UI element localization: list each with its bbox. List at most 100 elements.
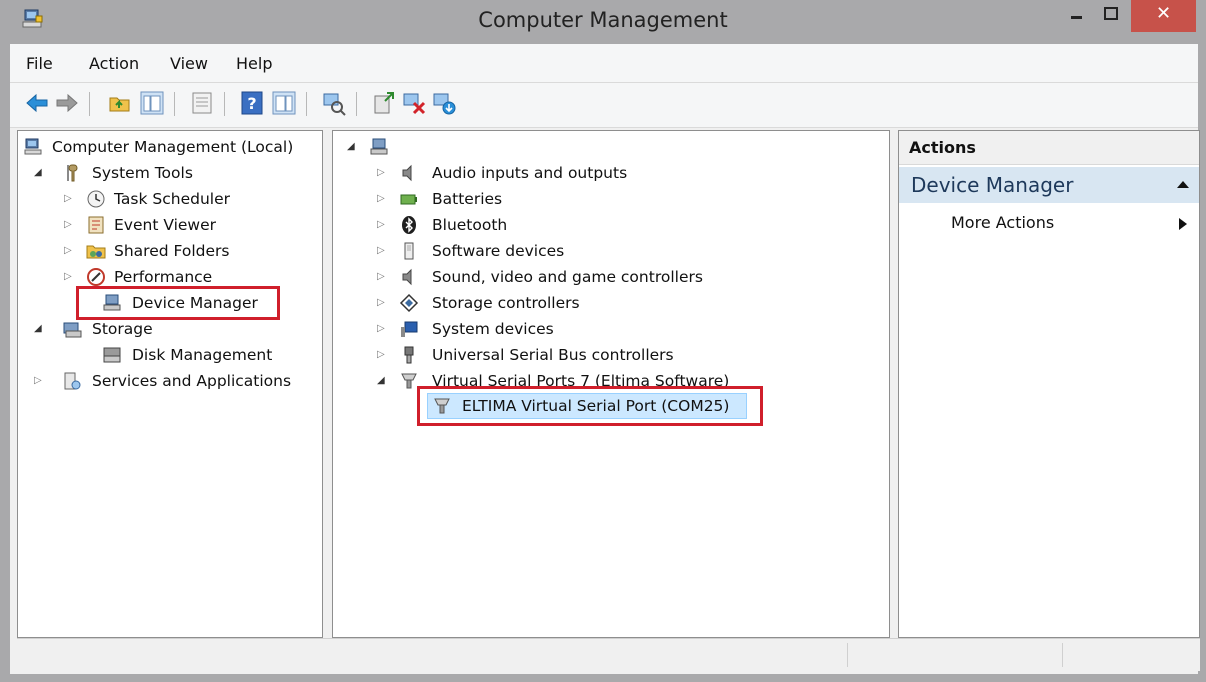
collapsed-arrow-icon[interactable]: ▷ bbox=[377, 265, 385, 289]
collapsed-arrow-icon[interactable]: ▷ bbox=[377, 187, 385, 211]
highlight-box bbox=[417, 386, 763, 426]
serial-port-icon bbox=[401, 373, 417, 389]
device-category-label: Batteries bbox=[432, 190, 503, 208]
tree-item-label: System Tools bbox=[92, 164, 193, 182]
device-category-label: System devices bbox=[432, 320, 554, 338]
collapsed-arrow-icon[interactable]: ▷ bbox=[377, 213, 385, 237]
back-arrow-icon[interactable] bbox=[24, 90, 50, 116]
collapsed-arrow-icon[interactable]: ▷ bbox=[377, 239, 385, 263]
tree-item-label: Disk Management bbox=[132, 346, 273, 364]
svg-text:?: ? bbox=[247, 94, 256, 113]
computer-management-window: Computer Management ✕ File Action View H… bbox=[0, 0, 1206, 682]
status-bar bbox=[17, 638, 1200, 671]
collapsed-arrow-icon[interactable]: ▷ bbox=[34, 369, 42, 393]
window-title: Computer Management bbox=[478, 8, 728, 32]
up-folder-icon[interactable] bbox=[107, 90, 133, 116]
toolbar-separator bbox=[356, 92, 357, 116]
sound-icon bbox=[402, 268, 412, 286]
enable-device-icon[interactable] bbox=[431, 90, 457, 116]
tree-item-label: Services and Applications bbox=[92, 372, 292, 390]
status-segment bbox=[1062, 643, 1063, 667]
maximize-icon bbox=[1104, 7, 1118, 20]
scan-hardware-icon[interactable] bbox=[321, 90, 347, 116]
expanded-arrow-icon[interactable]: ◢ bbox=[377, 369, 385, 393]
collapsed-arrow-icon[interactable]: ▷ bbox=[377, 317, 385, 341]
submenu-arrow-icon[interactable] bbox=[1179, 218, 1187, 230]
speaker-icon bbox=[402, 164, 412, 182]
device-category-label: Storage controllers bbox=[432, 294, 580, 312]
expanded-arrow-icon[interactable]: ◢ bbox=[34, 161, 42, 185]
actions-section-device-manager[interactable]: Device Manager bbox=[899, 167, 1199, 203]
toolbar: ? bbox=[10, 83, 1198, 128]
software-device-icon bbox=[404, 242, 414, 260]
toolbar-separator bbox=[174, 92, 175, 116]
device-category-label: Sound, video and game controllers bbox=[432, 268, 703, 286]
system-device-icon bbox=[401, 321, 418, 337]
tree-item-label: Shared Folders bbox=[114, 242, 230, 260]
close-button[interactable]: ✕ bbox=[1131, 0, 1196, 32]
show-hide-action-pane-icon[interactable] bbox=[271, 90, 297, 116]
maximize-button[interactable] bbox=[1094, 0, 1128, 30]
menu-bar: File Action View Help bbox=[10, 44, 1198, 83]
collapse-up-icon[interactable] bbox=[1177, 180, 1189, 190]
disk-management-icon bbox=[103, 347, 121, 363]
device-category-label: Software devices bbox=[432, 242, 565, 260]
collapsed-arrow-icon[interactable]: ▷ bbox=[377, 343, 385, 367]
event-viewer-icon bbox=[88, 216, 104, 234]
show-hide-console-tree-icon[interactable] bbox=[139, 90, 165, 116]
forward-arrow-icon[interactable] bbox=[54, 90, 80, 116]
console-tree: Computer Management (Local) ◢ System Too… bbox=[17, 130, 323, 638]
computer-icon bbox=[370, 138, 388, 155]
tree-item-label: Event Viewer bbox=[114, 216, 217, 234]
actions-header: Actions bbox=[899, 131, 1199, 165]
uninstall-device-icon[interactable] bbox=[401, 90, 427, 116]
computer-management-icon bbox=[24, 138, 42, 155]
collapsed-arrow-icon[interactable]: ▷ bbox=[377, 291, 385, 315]
minimize-icon bbox=[1071, 16, 1082, 19]
tree-root-label: Computer Management (Local) bbox=[52, 138, 294, 156]
more-actions-label: More Actions bbox=[951, 213, 1055, 232]
minimize-button[interactable] bbox=[1060, 0, 1092, 30]
device-category-label: Universal Serial Bus controllers bbox=[432, 346, 674, 364]
collapsed-arrow-icon[interactable]: ▷ bbox=[64, 187, 72, 211]
tree-item-label: Storage bbox=[92, 320, 153, 338]
actions-section-label: Device Manager bbox=[911, 173, 1074, 197]
battery-icon bbox=[400, 194, 417, 205]
usb-icon bbox=[404, 346, 414, 364]
close-icon: ✕ bbox=[1155, 3, 1172, 24]
menu-action[interactable]: Action bbox=[89, 54, 139, 73]
status-segment bbox=[847, 643, 848, 667]
more-actions[interactable]: More Actions bbox=[951, 213, 1054, 232]
expanded-arrow-icon[interactable]: ◢ bbox=[34, 317, 42, 341]
bluetooth-icon bbox=[402, 216, 416, 234]
highlight-box bbox=[76, 286, 280, 320]
device-category-label: Audio inputs and outputs bbox=[432, 164, 628, 182]
collapsed-arrow-icon[interactable]: ▷ bbox=[64, 213, 72, 237]
expanded-arrow-icon[interactable]: ◢ bbox=[347, 135, 355, 159]
toolbar-separator bbox=[89, 92, 90, 116]
services-icon bbox=[64, 372, 81, 390]
storage-icon bbox=[63, 322, 82, 338]
menu-file[interactable]: File bbox=[26, 54, 53, 73]
update-driver-icon[interactable] bbox=[371, 90, 397, 116]
help-icon[interactable]: ? bbox=[239, 90, 265, 116]
device-category-label: Bluetooth bbox=[432, 216, 508, 234]
device-tree: ◢ ▷ Audio inputs and outputs ▷ Batteries… bbox=[332, 130, 890, 638]
title-bar[interactable]: Computer Management ✕ bbox=[0, 0, 1206, 44]
clock-icon bbox=[87, 190, 105, 208]
performance-icon bbox=[87, 268, 105, 286]
storage-controller-icon bbox=[399, 293, 419, 313]
properties-icon[interactable] bbox=[189, 90, 215, 116]
menu-help[interactable]: Help bbox=[236, 54, 272, 73]
menu-view[interactable]: View bbox=[170, 54, 208, 73]
tree-item-label: Task Scheduler bbox=[114, 190, 230, 208]
collapsed-arrow-icon[interactable]: ▷ bbox=[377, 161, 385, 185]
shared-folder-icon bbox=[86, 245, 106, 259]
client-area: File Action View Help ? Computer Managem… bbox=[10, 44, 1200, 674]
system-tools-icon bbox=[67, 164, 78, 182]
collapsed-arrow-icon[interactable]: ▷ bbox=[64, 265, 72, 289]
collapsed-arrow-icon[interactable]: ▷ bbox=[64, 239, 72, 263]
actions-pane: Actions Device Manager More Actions bbox=[898, 130, 1200, 638]
toolbar-separator bbox=[306, 92, 307, 116]
toolbar-separator bbox=[224, 92, 225, 116]
